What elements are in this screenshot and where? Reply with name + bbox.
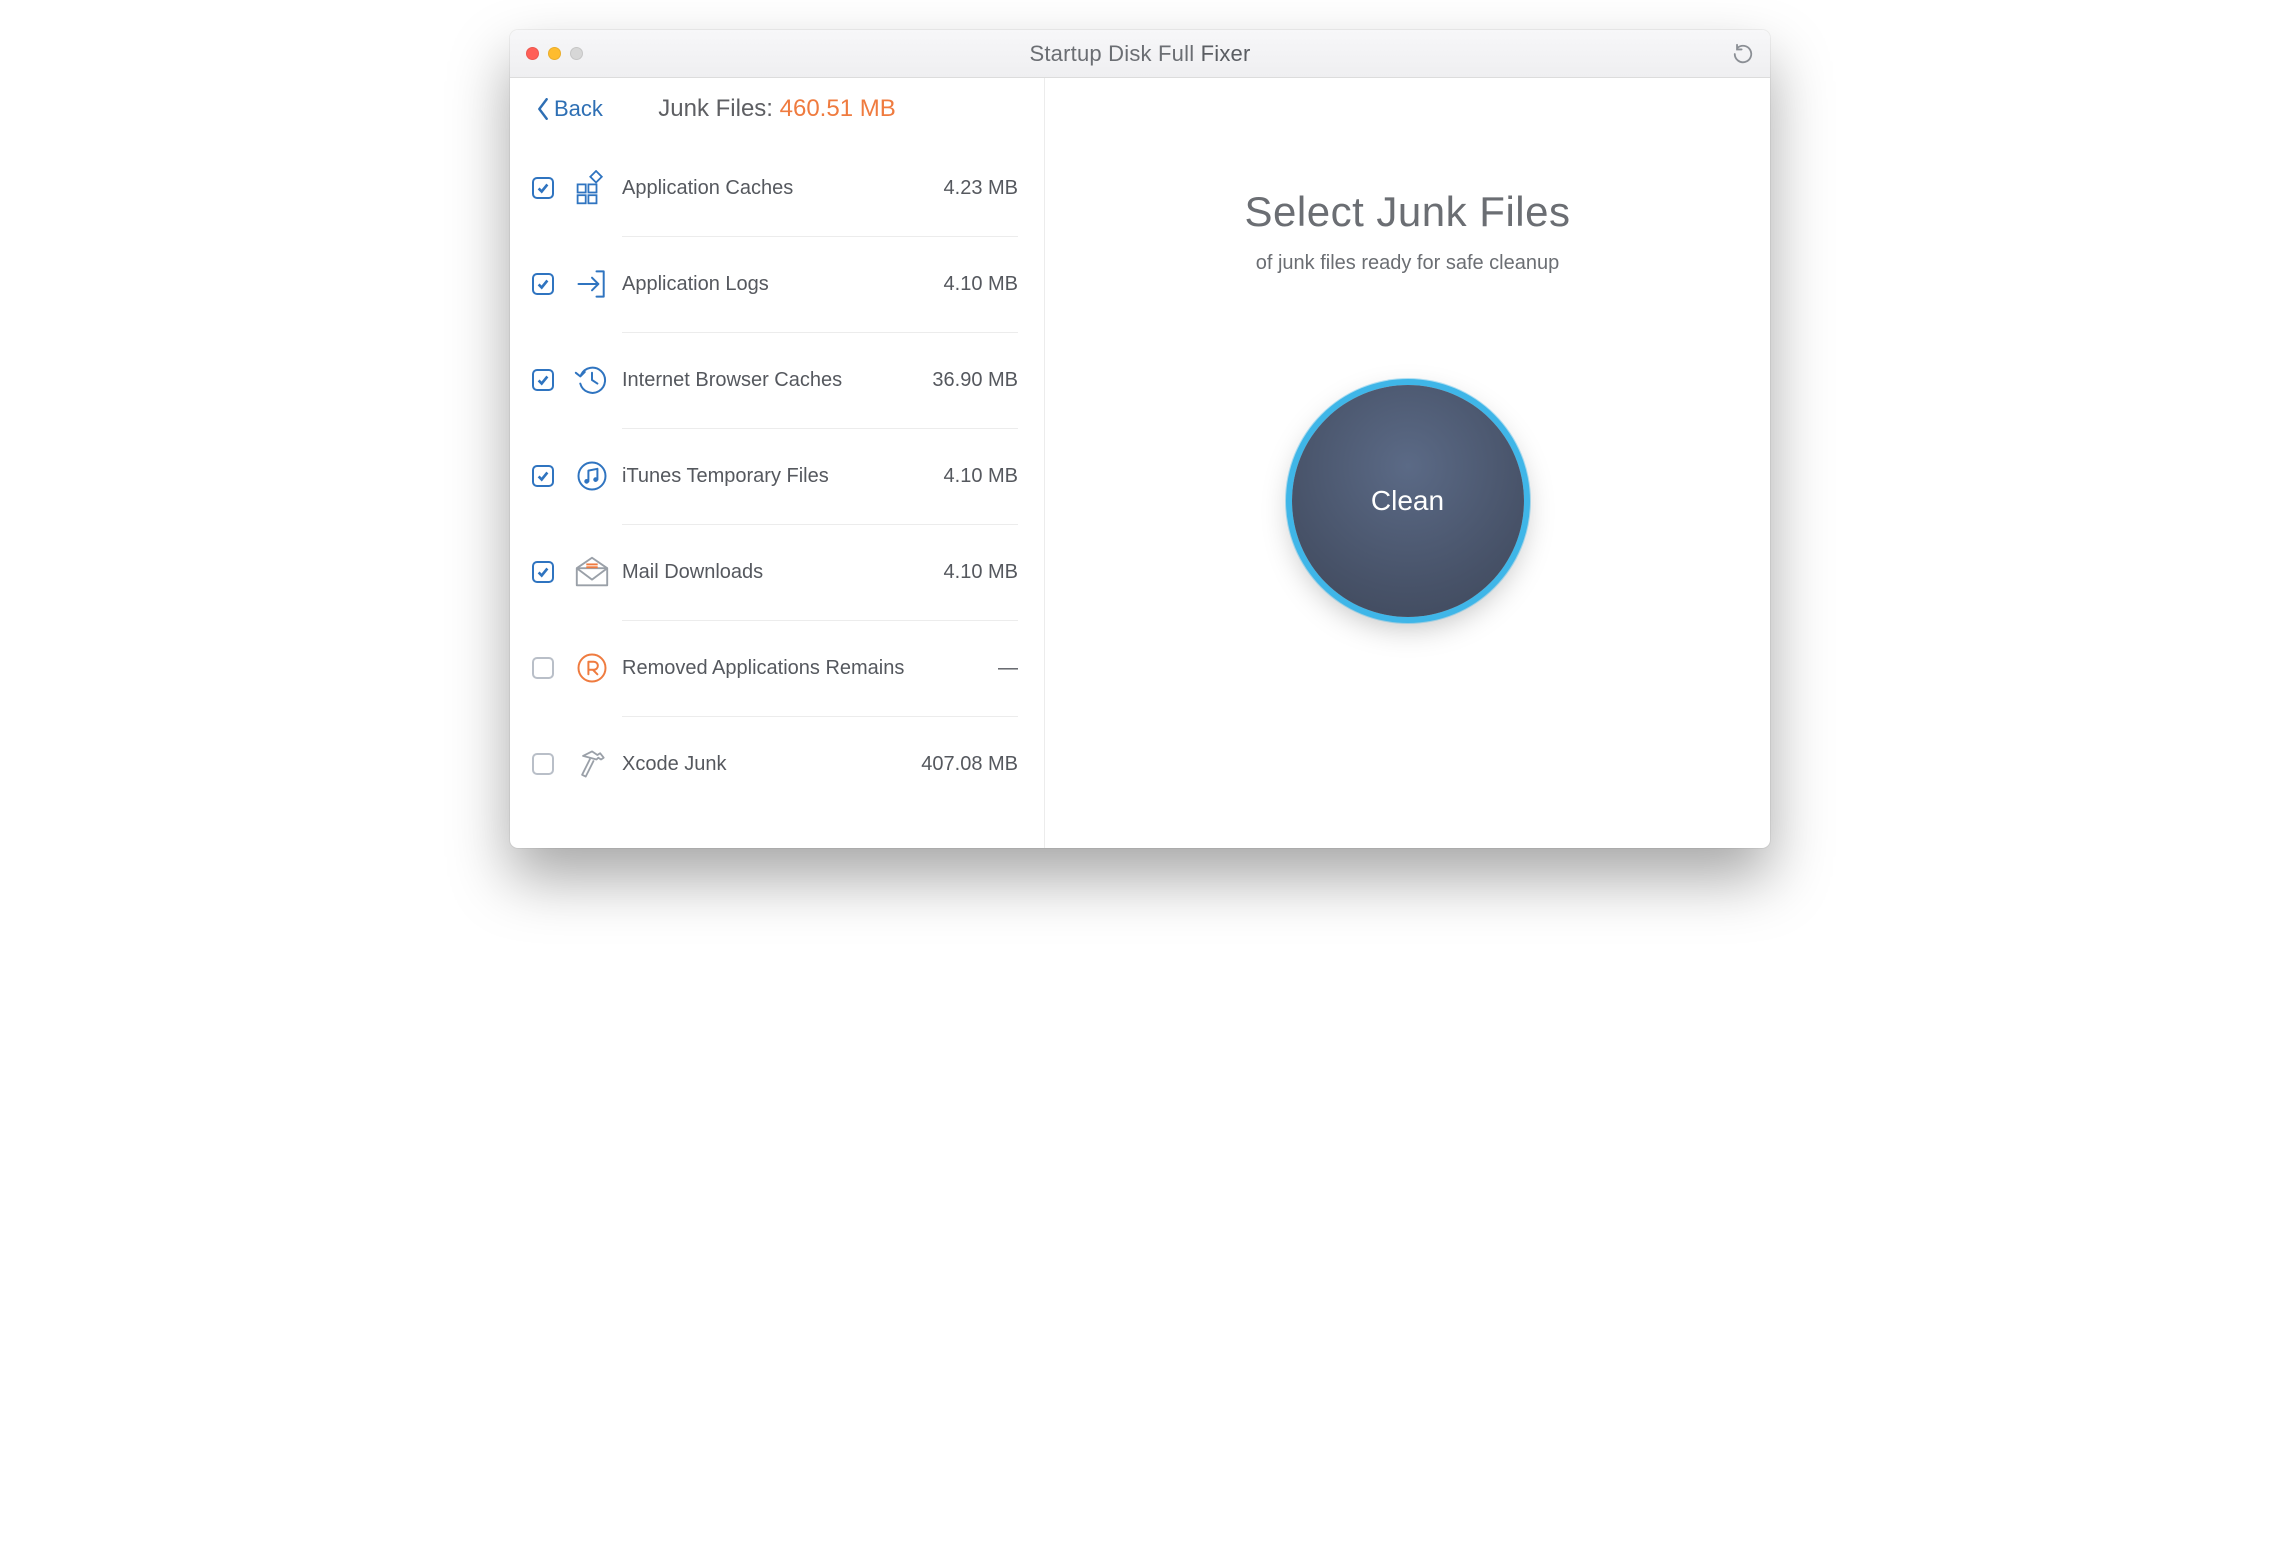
category-size: 407.08 MB bbox=[921, 753, 1018, 776]
back-label: Back bbox=[554, 96, 603, 122]
category-size: 36.90 MB bbox=[932, 369, 1018, 392]
category-row-browser-caches[interactable]: Internet Browser Caches 36.90 MB bbox=[510, 332, 1044, 428]
close-window-button[interactable] bbox=[526, 47, 539, 60]
category-label: Application Logs bbox=[622, 273, 944, 296]
category-list: Application Caches 4.23 MB bbox=[510, 140, 1044, 812]
category-row-mail-downloads[interactable]: Mail Downloads 4.10 MB bbox=[510, 524, 1044, 620]
history-icon bbox=[572, 360, 612, 400]
category-size: — bbox=[998, 657, 1018, 680]
category-label: Application Caches bbox=[622, 177, 944, 200]
sidebar-header: Back Junk Files: 460.51 MB bbox=[510, 96, 1044, 140]
category-checkbox[interactable] bbox=[532, 561, 554, 583]
app-window: Startup Disk Full Fixer Back Junk Files:… bbox=[510, 30, 1770, 848]
main-panel: Select Junk Files of junk files ready fo… bbox=[1045, 78, 1770, 848]
category-row-application-caches[interactable]: Application Caches 4.23 MB bbox=[510, 140, 1044, 236]
category-label: Internet Browser Caches bbox=[622, 369, 932, 392]
category-row-application-logs[interactable]: Application Logs 4.10 MB bbox=[510, 236, 1044, 332]
clean-button-label: Clean bbox=[1371, 485, 1444, 517]
category-label: Removed Applications Remains bbox=[622, 657, 998, 680]
category-label: iTunes Temporary Files bbox=[622, 465, 944, 488]
minimize-window-button[interactable] bbox=[548, 47, 561, 60]
category-size: 4.10 MB bbox=[944, 561, 1018, 584]
refresh-button[interactable] bbox=[1730, 41, 1756, 67]
category-row-removed-apps[interactable]: Removed Applications Remains — bbox=[510, 620, 1044, 716]
category-label: Mail Downloads bbox=[622, 561, 944, 584]
zoom-window-button[interactable] bbox=[570, 47, 583, 60]
music-note-icon bbox=[572, 456, 612, 496]
removed-app-icon bbox=[572, 648, 612, 688]
category-checkbox[interactable] bbox=[532, 369, 554, 391]
category-size: 4.23 MB bbox=[944, 177, 1018, 200]
main-headline: Select Junk Files bbox=[1245, 188, 1571, 236]
category-size: 4.10 MB bbox=[944, 273, 1018, 296]
chevron-left-icon bbox=[536, 98, 550, 120]
category-row-itunes-temp[interactable]: iTunes Temporary Files 4.10 MB bbox=[510, 428, 1044, 524]
junk-summary-label: Junk Files: bbox=[658, 95, 779, 122]
window-title: Startup Disk Full Fixer bbox=[510, 41, 1770, 67]
grid-icon bbox=[572, 168, 612, 208]
category-checkbox[interactable] bbox=[532, 657, 554, 679]
import-arrow-icon bbox=[572, 264, 612, 304]
mail-icon bbox=[572, 552, 612, 592]
category-checkbox[interactable] bbox=[532, 465, 554, 487]
clean-button[interactable]: Clean bbox=[1292, 385, 1524, 617]
category-checkbox[interactable] bbox=[532, 273, 554, 295]
app-name-bold: Fixer bbox=[1201, 41, 1251, 66]
hammer-icon bbox=[572, 744, 612, 784]
app-name-light: Startup Disk Full bbox=[1030, 41, 1201, 66]
category-size: 4.10 MB bbox=[944, 465, 1018, 488]
window-body: Back Junk Files: 460.51 MB bbox=[510, 78, 1770, 848]
category-checkbox[interactable] bbox=[532, 177, 554, 199]
window-controls bbox=[510, 47, 583, 60]
junk-summary-amount: 460.51 MB bbox=[780, 95, 896, 122]
category-label: Xcode Junk bbox=[622, 753, 921, 776]
refresh-icon bbox=[1732, 43, 1754, 65]
category-row-xcode-junk[interactable]: Xcode Junk 407.08 MB bbox=[510, 716, 1044, 812]
back-button[interactable]: Back bbox=[536, 96, 603, 122]
category-checkbox[interactable] bbox=[532, 753, 554, 775]
main-subtext: of junk files ready for safe cleanup bbox=[1256, 252, 1560, 275]
titlebar: Startup Disk Full Fixer bbox=[510, 30, 1770, 78]
sidebar: Back Junk Files: 460.51 MB bbox=[510, 78, 1045, 848]
